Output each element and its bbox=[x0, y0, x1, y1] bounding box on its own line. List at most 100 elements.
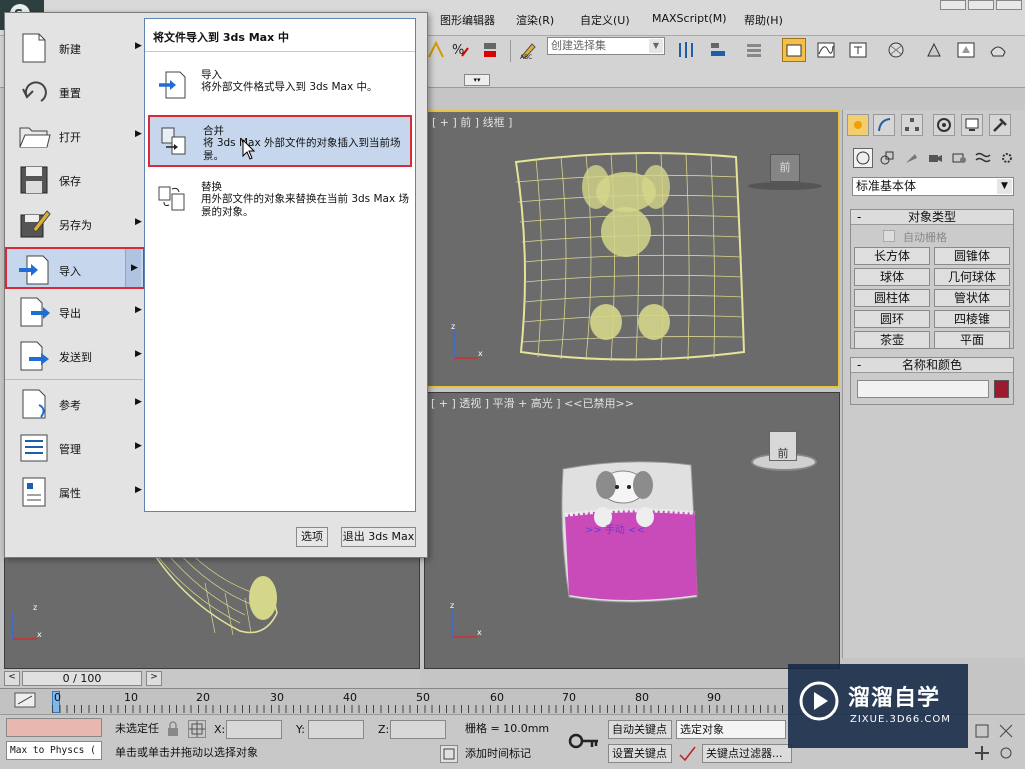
tangent-icon[interactable] bbox=[678, 745, 698, 763]
schematic-view-icon[interactable] bbox=[846, 38, 870, 62]
cylinder-button[interactable]: 圆柱体 bbox=[854, 289, 930, 307]
time-slider[interactable]: < 0 / 100 > bbox=[0, 670, 420, 688]
edit-named-selection-icon[interactable]: ABC bbox=[516, 38, 540, 62]
object-type-rollout-header[interactable]: - 对象类型 bbox=[851, 210, 1013, 225]
lights-category-icon[interactable] bbox=[901, 148, 921, 168]
maxscript-listener-top[interactable] bbox=[6, 718, 102, 737]
curve-editor-icon[interactable] bbox=[814, 38, 838, 62]
systems-category-icon[interactable] bbox=[997, 148, 1017, 168]
sphere-button[interactable]: 球体 bbox=[854, 268, 930, 286]
viewcube[interactable]: 前 bbox=[770, 154, 800, 182]
menu-item-save-as[interactable]: 另存为 ▶ bbox=[7, 203, 143, 245]
viewport-label-perspective[interactable]: [ + ] 透视 ] 平滑 + 高光 ] <<已禁用>> bbox=[431, 395, 634, 411]
key-icon[interactable] bbox=[566, 729, 602, 753]
z-coord-input[interactable] bbox=[390, 720, 446, 739]
close-window-button[interactable] bbox=[996, 0, 1022, 10]
time-slider-thumb[interactable]: 0 / 100 bbox=[22, 671, 142, 686]
lock-icon[interactable] bbox=[166, 721, 180, 737]
geometry-category-icon[interactable] bbox=[853, 148, 873, 168]
key-filter-dropdown[interactable]: 选定对象 bbox=[676, 720, 786, 739]
y-coord-input[interactable] bbox=[308, 720, 364, 739]
pan-icon[interactable] bbox=[974, 745, 990, 761]
menu-item-new[interactable]: 新建 ▶ bbox=[7, 27, 143, 69]
geosphere-button[interactable]: 几何球体 bbox=[934, 268, 1010, 286]
perspective-viewport[interactable]: [ + ] 透视 ] 平滑 + 高光 ] <<已禁用>> >> 手动 << 前 … bbox=[424, 392, 840, 669]
graphite-modeling-tools-icon[interactable] bbox=[782, 38, 806, 62]
menu-item-reference[interactable]: 参考 ▶ bbox=[7, 383, 143, 425]
name-color-rollout-header[interactable]: - 名称和颜色 bbox=[851, 358, 1013, 373]
front-viewport[interactable]: [ + ] 前 ] 线框 ] 前 zx bbox=[424, 110, 840, 388]
create-tab-icon[interactable] bbox=[847, 114, 869, 136]
maximize-button[interactable] bbox=[968, 0, 994, 10]
viewcube[interactable]: 前 bbox=[769, 431, 797, 461]
submenu-item-replace[interactable]: 替换 用外部文件的对象来替换在当前 3ds Max 场景的对象。 bbox=[148, 173, 412, 225]
viewport-label-front[interactable]: [ + ] 前 ] 线框 ] bbox=[432, 114, 512, 130]
track-bar[interactable]: 0 10 20 30 40 50 60 70 80 90 bbox=[0, 688, 790, 714]
box-button[interactable]: 长方体 bbox=[854, 247, 930, 265]
pyramid-button[interactable]: 四棱锥 bbox=[934, 310, 1010, 328]
key-filters-button[interactable]: 关键点过滤器... bbox=[702, 744, 792, 763]
render-setup-icon[interactable] bbox=[922, 38, 946, 62]
display-tab-icon[interactable] bbox=[961, 114, 983, 136]
menu-maxscript[interactable]: MAXScript(M) bbox=[652, 12, 727, 25]
menu-item-send-to[interactable]: 发送到 ▶ bbox=[7, 335, 143, 377]
mini-curve-editor-icon[interactable] bbox=[14, 692, 36, 708]
menu-item-export[interactable]: 导出 ▶ bbox=[7, 291, 143, 333]
chevron-right-icon[interactable]: > bbox=[146, 671, 162, 686]
teapot-button[interactable]: 茶壶 bbox=[854, 331, 930, 349]
cone-button[interactable]: 圆锥体 bbox=[934, 247, 1010, 265]
material-editor-icon[interactable] bbox=[884, 38, 908, 62]
menu-item-properties[interactable]: 属性 ▶ bbox=[7, 471, 143, 513]
add-time-tag-button[interactable]: 添加时间标记 bbox=[462, 745, 558, 764]
named-selection-set-dropdown[interactable]: 创建选择集 ▼ bbox=[547, 37, 665, 55]
cameras-category-icon[interactable] bbox=[925, 148, 945, 168]
minimize-button[interactable] bbox=[940, 0, 966, 10]
object-category-dropdown[interactable]: 标准基本体 ▼ bbox=[852, 177, 1014, 196]
options-button[interactable]: 选项 bbox=[296, 527, 328, 547]
submenu-item-import[interactable]: 导入 将外部文件格式导入到 3ds Max 中。 bbox=[148, 61, 412, 113]
rendered-frame-window-icon[interactable] bbox=[954, 38, 978, 62]
time-tag-icon[interactable] bbox=[440, 745, 458, 763]
menu-item-import[interactable]: 导入 ▶ bbox=[5, 247, 145, 289]
transform-mode-icon[interactable] bbox=[188, 720, 206, 738]
menu-item-manage[interactable]: 管理 ▶ bbox=[7, 427, 143, 469]
menu-help[interactable]: 帮助(H) bbox=[744, 12, 783, 28]
save-as-icon bbox=[17, 207, 51, 241]
percent-snap-icon[interactable]: % bbox=[448, 38, 472, 62]
maxscript-listener-input[interactable]: Max to Physcs ( bbox=[6, 741, 102, 760]
exit-3ds-max-button[interactable]: 退出 3ds Max bbox=[341, 527, 416, 547]
space-warps-category-icon[interactable] bbox=[973, 148, 993, 168]
submenu-item-merge[interactable]: 合并 将 3ds Max 外部文件的对象插入到当前场景。 bbox=[148, 115, 412, 167]
tube-button[interactable]: 管状体 bbox=[934, 289, 1010, 307]
auto-key-button[interactable]: 自动关键点 bbox=[608, 720, 672, 739]
render-production-icon[interactable] bbox=[986, 38, 1010, 62]
align-icon[interactable] bbox=[706, 38, 730, 62]
spinner-snap-icon[interactable] bbox=[478, 38, 502, 62]
orbit-icon[interactable] bbox=[998, 745, 1014, 761]
zoom-icon[interactable] bbox=[974, 723, 990, 739]
menu-item-save[interactable]: 保存 bbox=[7, 159, 143, 201]
x-coord-input[interactable] bbox=[226, 720, 282, 739]
object-name-input[interactable] bbox=[857, 380, 989, 398]
menu-rendering[interactable]: 渲染(R) bbox=[516, 12, 554, 28]
torus-button[interactable]: 圆环 bbox=[854, 310, 930, 328]
menu-item-open[interactable]: 打开 ▶ bbox=[7, 115, 143, 157]
mirror-icon[interactable] bbox=[674, 38, 698, 62]
menu-item-reset[interactable]: 重置 bbox=[7, 71, 143, 113]
autogrid-checkbox[interactable] bbox=[883, 230, 895, 242]
hierarchy-tab-icon[interactable] bbox=[901, 114, 923, 136]
motion-tab-icon[interactable] bbox=[933, 114, 955, 136]
layer-manager-icon[interactable] bbox=[742, 38, 766, 62]
object-color-swatch[interactable] bbox=[994, 380, 1009, 398]
chevron-left-icon[interactable]: < bbox=[4, 671, 20, 686]
menu-customize[interactable]: 自定义(U) bbox=[580, 12, 630, 28]
set-key-button[interactable]: 设置关键点 bbox=[608, 744, 672, 763]
menu-graph-editors[interactable]: 图形编辑器 bbox=[440, 12, 495, 28]
shapes-category-icon[interactable] bbox=[877, 148, 897, 168]
modify-tab-icon[interactable] bbox=[873, 114, 895, 136]
ribbon-toggle-icon[interactable]: ▾▾ bbox=[464, 74, 490, 86]
plane-button[interactable]: 平面 bbox=[934, 331, 1010, 349]
fov-icon[interactable] bbox=[998, 723, 1014, 739]
utilities-tab-icon[interactable] bbox=[989, 114, 1011, 136]
helpers-category-icon[interactable] bbox=[949, 148, 969, 168]
